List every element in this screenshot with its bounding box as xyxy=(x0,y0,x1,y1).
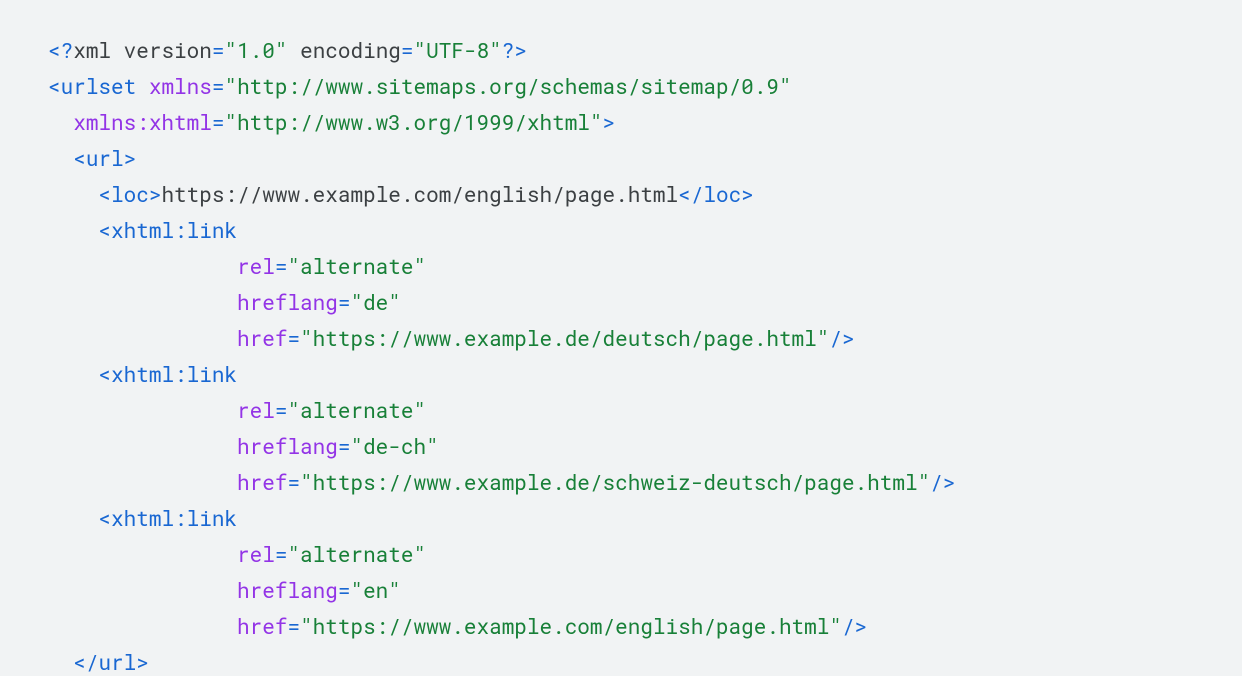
attr-href-1: href xyxy=(237,324,287,352)
attr-xmlns: xmlns xyxy=(149,72,212,100)
attr-xmlns-xhtml: xmlns:xhtml xyxy=(73,108,212,136)
val-xmlns-xhtml: "http://www.w3.org/1999/xhtml" xyxy=(224,108,602,136)
val-xmlns: "http://www.sitemaps.org/schemas/sitemap… xyxy=(224,72,791,100)
attr-href-2: href xyxy=(237,468,287,496)
val-hreflang-1: "de" xyxy=(350,288,400,316)
tag-url-close: url xyxy=(98,648,136,676)
attr-hreflang-3: hreflang xyxy=(237,576,338,604)
tag-url-open: url xyxy=(86,144,124,172)
val-rel-1: "alternate" xyxy=(287,252,426,280)
text-loc: https://www.example.com/english/page.htm… xyxy=(161,180,678,208)
attr-rel-1: rel xyxy=(237,252,275,280)
xml-code-block: <?xml version="1.0" encoding="UTF-8"?> <… xyxy=(0,0,1242,676)
xml-decl: xml xyxy=(73,36,111,64)
attr-rel-2: rel xyxy=(237,396,275,424)
attr-rel-3: rel xyxy=(237,540,275,568)
attr-hreflang-2: hreflang xyxy=(237,432,338,460)
val-encoding: "UTF-8" xyxy=(414,36,502,64)
attr-version: version xyxy=(124,36,212,64)
val-href-2: "https://www.example.de/schweiz-deutsch/… xyxy=(300,468,930,496)
tag-xhtml-link-3: xhtml:link xyxy=(111,504,237,532)
tag-loc-close: loc xyxy=(703,180,741,208)
tag-xhtml-link-1: xhtml:link xyxy=(111,216,237,244)
val-href-3: "https://www.example.com/english/page.ht… xyxy=(300,612,842,640)
attr-href-3: href xyxy=(237,612,287,640)
attr-encoding: encoding xyxy=(300,36,401,64)
tag-loc-open: loc xyxy=(111,180,149,208)
val-rel-3: "alternate" xyxy=(287,540,426,568)
val-hreflang-2: "de-ch" xyxy=(350,432,438,460)
tag-xhtml-link-2: xhtml:link xyxy=(111,360,237,388)
val-hreflang-3: "en" xyxy=(350,576,400,604)
val-version: "1.0" xyxy=(224,36,287,64)
attr-hreflang-1: hreflang xyxy=(237,288,338,316)
val-rel-2: "alternate" xyxy=(287,396,426,424)
tag-urlset-open: urlset xyxy=(61,72,137,100)
val-href-1: "https://www.example.de/deutsch/page.htm… xyxy=(300,324,829,352)
